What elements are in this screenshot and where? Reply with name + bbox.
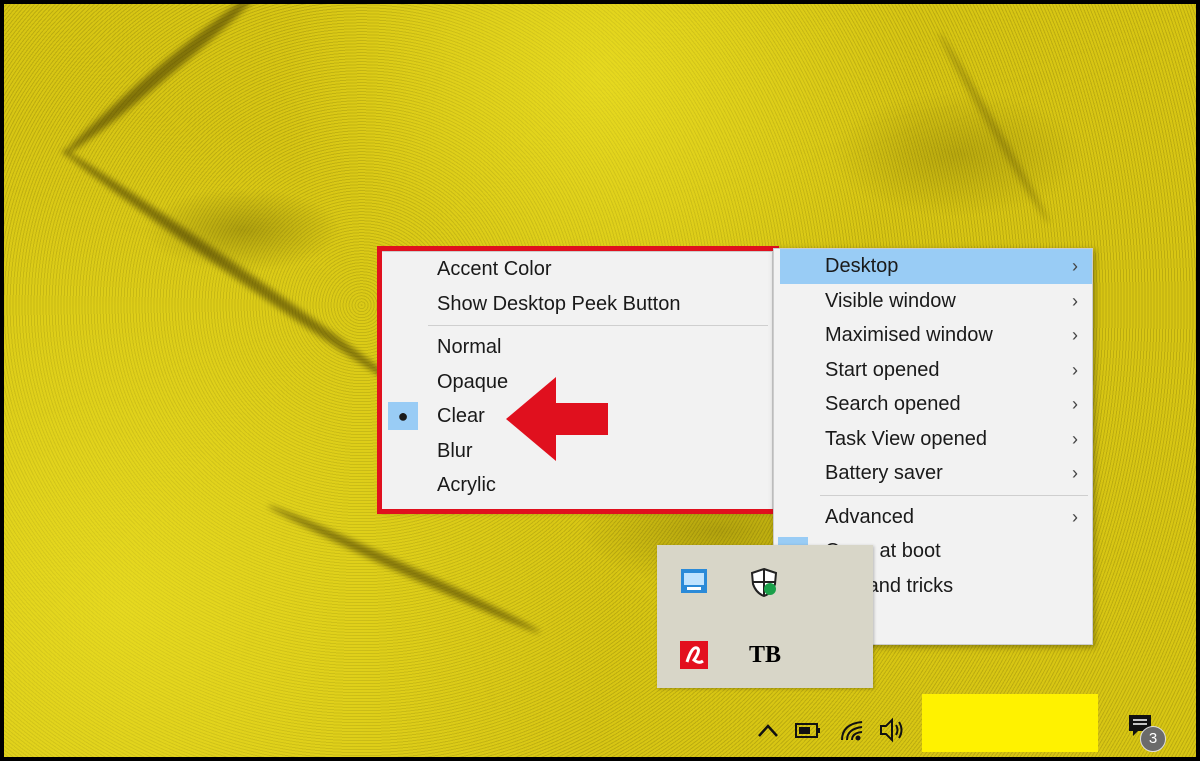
menu-item-label: Show Desktop Peek Button (437, 292, 681, 315)
avira-icon[interactable] (679, 640, 709, 670)
volume-icon[interactable] (878, 716, 906, 744)
menu-item-maximised-window[interactable]: Maximised window › (774, 318, 1092, 353)
wifi-icon[interactable] (838, 716, 866, 744)
menu-item-label: Search opened (825, 393, 961, 415)
chevron-right-icon: › (1072, 325, 1078, 345)
radio-dot-icon: ● (388, 402, 418, 430)
menu-item-label: Start opened (825, 358, 940, 381)
menu-item-label: Desktop (825, 255, 899, 277)
menu-item-label: Task View opened (825, 427, 987, 450)
menu-item-acrylic[interactable]: Acrylic (382, 468, 772, 503)
menu-item-label: Opaque (437, 370, 509, 393)
menu-item-normal[interactable]: Normal (382, 330, 772, 365)
menu-item-start-opened[interactable]: Start opened › (774, 353, 1092, 388)
chevron-right-icon: › (1072, 256, 1078, 276)
menu-item-label: Acrylic (437, 474, 496, 496)
menu-item-visible-window[interactable]: Visible window › (774, 284, 1092, 319)
chevron-right-icon: › (1072, 463, 1078, 483)
chevron-right-icon: › (1072, 290, 1078, 311)
menu-item-label: Advanced (825, 505, 914, 528)
menu-item-task-view-opened[interactable]: Task View opened › (774, 422, 1092, 457)
menu-item-label: Blur (437, 439, 473, 462)
menu-item-label: Battery saver (825, 462, 943, 484)
chevron-right-icon: › (1072, 428, 1078, 449)
notification-count-badge: 3 (1140, 726, 1166, 752)
tray-overflow-panel: TB (657, 545, 873, 688)
menu-item-accent-color[interactable]: Accent Color (382, 252, 772, 287)
menu-separator (820, 494, 1088, 496)
shield-icon[interactable] (749, 567, 779, 598)
menu-item-label: Maximised window (825, 324, 993, 346)
taskbar-tray: 3 (740, 694, 1200, 761)
battery-icon[interactable] (794, 716, 822, 744)
menu-item-label: Accent Color (437, 258, 552, 280)
menu-item-label: Visible window (825, 289, 956, 312)
menu-item-label: Clear (437, 405, 485, 427)
chevron-right-icon: › (1072, 506, 1078, 527)
menu-item-show-desktop-peek-button[interactable]: Show Desktop Peek Button (382, 287, 772, 322)
monitor-icon[interactable] (679, 567, 709, 597)
redacted-clock-area (922, 694, 1098, 752)
chevron-right-icon: › (1072, 359, 1078, 380)
menu-item-search-opened[interactable]: Search opened › (774, 387, 1092, 422)
menu-separator (428, 325, 768, 326)
menu-item-advanced[interactable]: Advanced › (774, 500, 1092, 535)
menu-item-desktop[interactable]: Desktop › (780, 249, 1092, 284)
left-arrow-icon (506, 377, 608, 461)
menu-item-label: Normal (437, 336, 502, 358)
chevron-right-icon: › (1072, 394, 1078, 414)
chevron-up-icon[interactable] (754, 716, 782, 744)
translucenttb-icon[interactable]: TB (749, 640, 781, 670)
menu-item-battery-saver[interactable]: Battery saver › (774, 456, 1092, 491)
